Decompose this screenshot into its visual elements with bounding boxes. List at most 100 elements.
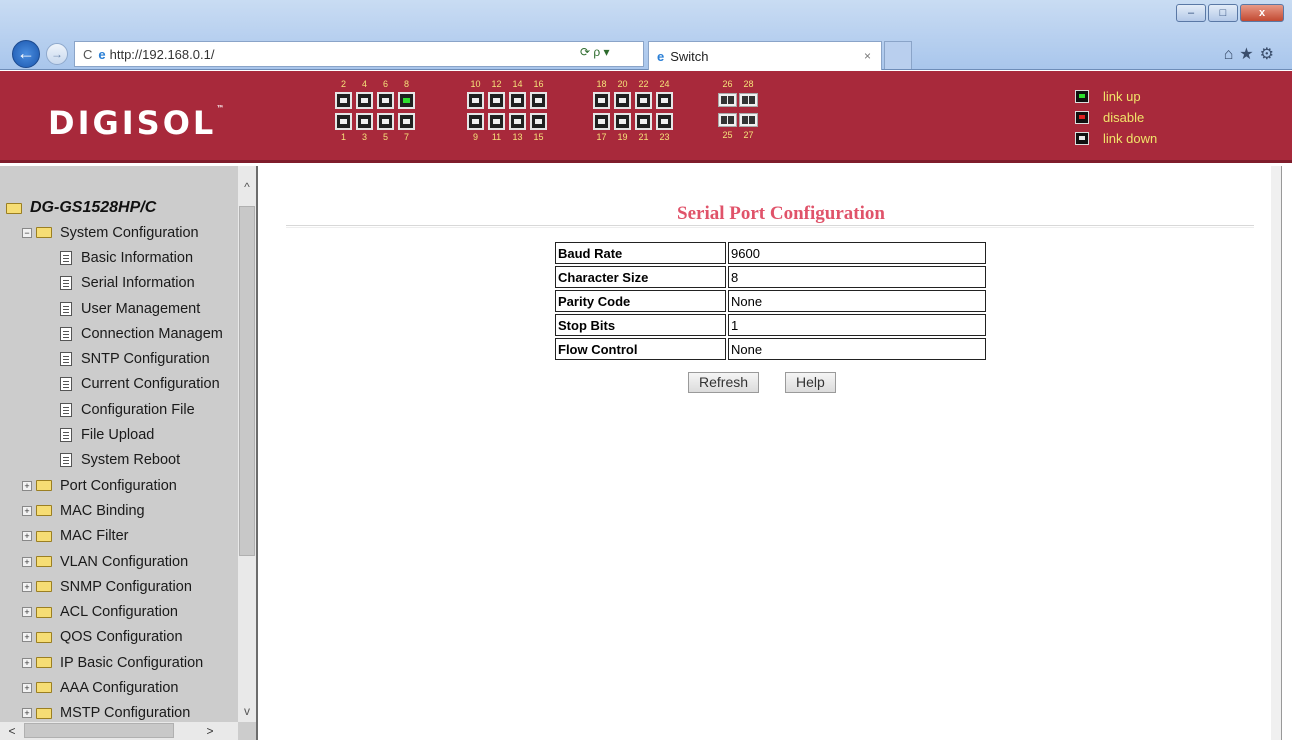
sidebar-item[interactable]: Current Configuration <box>6 372 238 397</box>
ethernet-port-icon[interactable] <box>530 113 547 130</box>
sidebar-item[interactable]: File Upload <box>6 422 238 447</box>
action-buttons: Refresh Help <box>688 372 836 393</box>
port-number: 27 <box>743 130 754 140</box>
config-key: Character Size <box>555 266 726 288</box>
hscroll-thumb[interactable] <box>24 723 174 738</box>
sidebar-group-label: VLAN Configuration <box>60 553 189 570</box>
ethernet-port-icon[interactable] <box>509 113 526 130</box>
scroll-down-icon[interactable]: v <box>238 704 256 722</box>
sidebar-item[interactable]: System Reboot <box>6 448 238 473</box>
sidebar-item[interactable]: Serial Information <box>6 271 238 296</box>
expand-icon[interactable]: + <box>22 505 32 516</box>
ethernet-port-icon[interactable] <box>488 113 505 130</box>
ethernet-port-icon[interactable] <box>635 113 652 130</box>
sfp-port-icon[interactable] <box>718 113 737 127</box>
sidebar-group[interactable]: + ACL Configuration <box>6 599 238 624</box>
ethernet-port-icon[interactable] <box>467 113 484 130</box>
maximize-button[interactable]: □ <box>1208 4 1238 22</box>
document-icon <box>60 377 72 392</box>
sidebar-group[interactable]: + Port Configuration <box>6 473 238 498</box>
tab-close-icon[interactable]: × <box>864 49 871 63</box>
ethernet-port-icon[interactable] <box>398 92 415 109</box>
ethernet-port-icon[interactable] <box>377 92 394 109</box>
scroll-up-icon[interactable]: ^ <box>238 180 256 198</box>
ethernet-port-icon[interactable] <box>593 92 610 109</box>
ethernet-port-icon[interactable] <box>356 92 373 109</box>
ethernet-port-icon[interactable] <box>614 113 631 130</box>
ethernet-port-icon[interactable] <box>488 92 505 109</box>
sidebar-item-label: SNTP Configuration <box>81 351 210 368</box>
tree-root[interactable]: DG-GS1528HP/C <box>6 196 238 220</box>
sidebar-group[interactable]: + AAA Configuration <box>6 675 238 700</box>
ethernet-port-icon[interactable] <box>635 92 652 109</box>
sidebar-item[interactable]: User Management <box>6 296 238 321</box>
back-button[interactable]: ← <box>12 40 40 68</box>
port-status-icon <box>1075 90 1089 103</box>
port-number: 22 <box>638 79 649 89</box>
sidebar-item[interactable]: Connection Managem <box>6 321 238 346</box>
digisol-logo: DIGISOL™ <box>48 104 225 142</box>
sidebar-group[interactable]: + QOS Configuration <box>6 625 238 650</box>
expand-icon[interactable]: + <box>22 556 32 567</box>
sidebar-group[interactable]: − System Configuration <box>6 220 238 245</box>
expand-icon[interactable]: − <box>22 227 32 238</box>
expand-icon[interactable]: + <box>22 581 32 592</box>
port-number: 21 <box>638 132 649 142</box>
expand-icon[interactable]: + <box>22 657 32 668</box>
ethernet-port-icon[interactable] <box>614 92 631 109</box>
expand-icon[interactable]: + <box>22 531 32 542</box>
sidebar-group-label: SNMP Configuration <box>60 578 192 595</box>
ethernet-port-icon[interactable] <box>593 113 610 130</box>
browser-tab[interactable]: e Switch × <box>648 41 882 70</box>
ethernet-port-icon[interactable] <box>335 92 352 109</box>
scroll-right-icon[interactable]: > <box>202 722 218 740</box>
scroll-left-icon[interactable]: < <box>4 722 20 740</box>
toolbar-icons[interactable]: ⌂★⚙ <box>1224 44 1280 64</box>
address-tools[interactable]: ⟳ ρ ▾ <box>580 45 610 59</box>
sidebar-item[interactable]: Configuration File <box>6 397 238 422</box>
ethernet-port-icon[interactable] <box>656 92 673 109</box>
sidebar-item[interactable]: SNTP Configuration <box>6 346 238 371</box>
sidebar-group[interactable]: + MAC Filter <box>6 524 238 549</box>
reload-icon[interactable]: C <box>83 47 92 62</box>
minimize-button[interactable]: – <box>1176 4 1206 22</box>
expand-icon[interactable]: + <box>22 607 32 618</box>
port-number: 2 <box>340 79 346 89</box>
sidebar-group[interactable]: + MAC Binding <box>6 498 238 523</box>
close-button[interactable]: x <box>1240 4 1284 22</box>
sidebar-vertical-scrollbar[interactable]: ^ v <box>238 166 256 722</box>
sfp-port-icon[interactable] <box>739 113 758 127</box>
sidebar-item[interactable]: Basic Information <box>6 245 238 270</box>
expand-icon[interactable]: + <box>22 708 32 719</box>
ethernet-port-icon[interactable] <box>335 113 352 130</box>
ethernet-port-icon[interactable] <box>509 92 526 109</box>
port-number: 13 <box>512 132 523 142</box>
help-button[interactable]: Help <box>785 372 836 393</box>
ethernet-port-icon[interactable] <box>356 113 373 130</box>
address-bar[interactable]: C e http://192.168.0.1/ <box>74 41 644 67</box>
main-scrollbar[interactable] <box>1271 166 1281 740</box>
ethernet-port-icon[interactable] <box>398 113 415 130</box>
sfp-port-icon[interactable] <box>718 93 737 107</box>
ethernet-port-icon[interactable] <box>656 113 673 130</box>
sidebar-group[interactable]: + VLAN Configuration <box>6 549 238 574</box>
sidebar-group[interactable]: + IP Basic Configuration <box>6 650 238 675</box>
ethernet-port-icon[interactable] <box>377 113 394 130</box>
expand-icon[interactable]: + <box>22 632 32 643</box>
ethernet-port-icon[interactable] <box>530 92 547 109</box>
refresh-button[interactable]: Refresh <box>688 372 760 393</box>
ethernet-port-icon[interactable] <box>467 92 484 109</box>
sidebar-group[interactable]: + SNMP Configuration <box>6 574 238 599</box>
config-row: Character Size 8 <box>555 266 986 288</box>
scroll-thumb[interactable] <box>239 206 255 556</box>
expand-icon[interactable]: + <box>22 682 32 693</box>
forward-button[interactable]: → <box>46 43 68 65</box>
legend-label: disable <box>1103 110 1145 125</box>
port-number: 4 <box>361 79 367 89</box>
page-title: Serial Port Configuration <box>677 203 885 224</box>
sfp-port-icon[interactable] <box>739 93 758 107</box>
expand-icon[interactable]: + <box>22 480 32 491</box>
new-tab-button[interactable] <box>884 41 912 69</box>
folder-icon <box>36 227 52 239</box>
sidebar-horizontal-scrollbar[interactable]: < > <box>0 722 238 740</box>
